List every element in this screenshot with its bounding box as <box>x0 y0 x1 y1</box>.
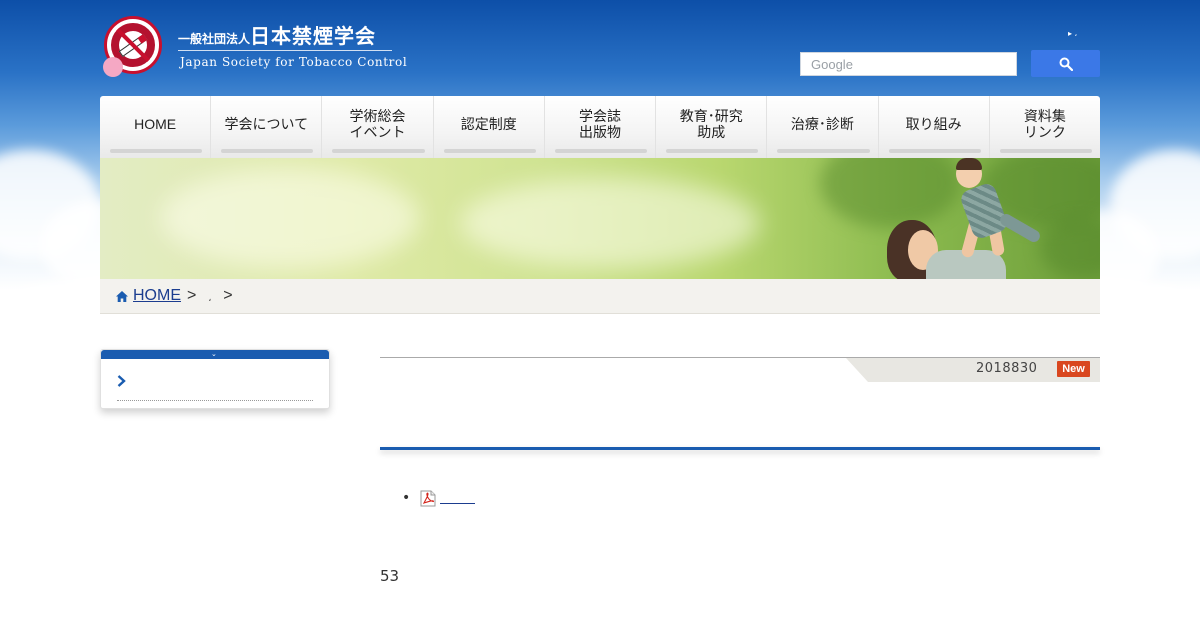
pdf-icon <box>420 490 436 507</box>
nav-item-certification[interactable]: 認定制度 <box>434 96 545 158</box>
nav-item-about[interactable]: 学会について <box>211 96 323 158</box>
nav-item-label: 教育･研究 助成 <box>679 108 743 140</box>
nav-item-home[interactable]: HOME <box>100 96 212 158</box>
breadcrumb-home-link[interactable]: HOME <box>133 287 181 305</box>
nav-item-underline <box>221 149 314 153</box>
nav-item-label: 認定制度 <box>460 116 517 132</box>
sidebar-header: ⌄ <box>101 350 329 359</box>
article-date: 2018830 <box>976 361 1038 376</box>
article-title-divider <box>380 447 1100 450</box>
nav-item-label: 学会誌 出版物 <box>578 108 621 140</box>
list-bullet: • <box>402 490 411 506</box>
nav-item-education[interactable]: 教育･研究 助成 <box>656 96 768 158</box>
search-input[interactable]: Google <box>800 52 1017 76</box>
nav-item-label: 治療･診断 <box>790 116 854 132</box>
breadcrumb: HOME > ، > <box>100 279 1100 314</box>
page-count: 53 <box>380 567 400 585</box>
home-icon <box>116 290 128 302</box>
chevron-right-icon <box>117 375 126 387</box>
site-logo[interactable]: 一般社団法人日本禁煙学会 Japan Society for Tobacco C… <box>103 16 407 77</box>
nav-item-label: 学術総会 イベント <box>349 108 406 140</box>
sidebar-menu: ⌄ <box>100 349 330 409</box>
org-name-main: 日本禁煙学会 <box>250 24 377 48</box>
sidebar-divider <box>117 400 313 401</box>
nav-item-label: 取り組み <box>905 116 962 132</box>
nav-item-label: 学会について <box>224 116 309 132</box>
sidebar-item[interactable] <box>117 372 137 388</box>
org-name-en: Japan Society for Tobacco Control <box>180 55 408 69</box>
nav-item-underline <box>666 149 759 153</box>
search-icon <box>1059 57 1073 71</box>
chevron-down-icon: ⌄ <box>211 350 217 358</box>
nav-item-label: HOME <box>134 116 177 132</box>
nav-item-activities[interactable]: 取り組み <box>879 96 990 158</box>
attachment-link[interactable] <box>440 503 475 504</box>
logo-divider <box>178 50 392 51</box>
nav-item-events[interactable]: 学術総会 イベント <box>322 96 434 158</box>
no-smoking-icon <box>103 16 162 77</box>
nav-item-underline <box>777 149 870 153</box>
breadcrumb-current: ، <box>208 292 212 303</box>
nav-item-underline <box>332 149 425 153</box>
global-nav: HOME 学会について 学術総会 イベント 認定制度 学会誌 出版物 教育･研究… <box>100 96 1100 158</box>
nav-item-resources[interactable]: 資料集 リンク <box>990 96 1100 158</box>
breadcrumb-separator: > <box>223 287 233 304</box>
nav-item-treatment[interactable]: 治療･診断 <box>767 96 879 158</box>
nav-item-underline <box>554 149 648 153</box>
org-prefix: 一般社団法人 <box>178 32 251 46</box>
article-top-divider <box>380 357 1100 358</box>
hero-banner <box>100 158 1100 279</box>
search-button[interactable] <box>1031 50 1100 77</box>
nav-item-underline <box>110 149 203 153</box>
new-badge: New <box>1057 361 1090 377</box>
mini-link-1[interactable]: ▸ ، <box>1068 24 1077 44</box>
org-name: 一般社団法人日本禁煙学会 <box>178 20 376 49</box>
nav-item-underline <box>999 149 1092 153</box>
nav-item-journal[interactable]: 学会誌 出版物 <box>545 96 657 158</box>
nav-item-underline <box>888 149 981 153</box>
nav-item-underline <box>443 149 536 153</box>
nav-item-label: 資料集 リンク <box>1023 108 1066 140</box>
breadcrumb-separator: > <box>187 287 197 304</box>
